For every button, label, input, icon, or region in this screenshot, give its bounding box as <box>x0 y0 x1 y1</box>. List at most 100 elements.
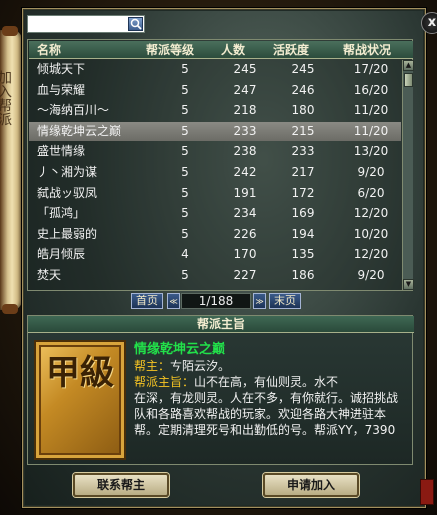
side-scroll-decoration: 加入帮派 <box>0 26 22 314</box>
table-row[interactable]: 丿丶湘为谋 5 242 217 9/20 <box>29 163 401 182</box>
header-level[interactable]: 帮派等级 <box>127 41 213 59</box>
guild-level-cell: 5 <box>181 82 189 97</box>
first-page-button[interactable]: 首页 <box>131 293 163 309</box>
member-count-cell: 247 <box>233 82 257 97</box>
page-indicator: 1/188 <box>181 293 251 309</box>
war-status-cell: 6/20 <box>357 185 385 200</box>
guild-name-cell: 焚天 <box>37 268 62 282</box>
war-status-cell: 9/20 <box>357 165 385 179</box>
guild-level-cell: 5 <box>181 123 189 138</box>
contact-leader-button[interactable]: 联系帮主 <box>73 473 169 497</box>
war-status-cell: 9/20 <box>357 268 385 282</box>
scroll-knob-top <box>2 26 18 36</box>
motto-first-line: 山不在高，有仙则灵。水不 <box>194 375 339 389</box>
table-scrollbar[interactable]: ▲ ▼ <box>402 60 414 290</box>
war-status-cell: 13/20 <box>353 144 389 159</box>
guild-name-cell: 史上最弱的 <box>37 226 98 241</box>
scroll-thumb[interactable] <box>404 73 413 87</box>
selected-guild-name: 情缘乾坤云之巅 <box>134 342 226 357</box>
table-row[interactable]: 史上最弱的 5 226 194 10/20 <box>29 225 401 244</box>
guild-name-cell: 血与荣耀 <box>37 82 86 97</box>
guild-level-cell: 5 <box>181 185 189 200</box>
guild-motto-text: 在深，有龙则灵。人在不多，有你就行。诚招挑战队和各路喜欢帮战的玩家。欢迎各路大神… <box>134 391 399 437</box>
war-status-cell: 12/20 <box>353 206 389 221</box>
table-row[interactable]: 盛世情缘 5 238 233 13/20 <box>29 142 401 161</box>
guild-level-cell: 5 <box>181 62 189 76</box>
scroll-up-button[interactable]: ▲ <box>403 60 414 71</box>
leader-label: 帮主： <box>134 359 171 373</box>
guild-level-cell: 5 <box>181 226 189 241</box>
table-row[interactable]: 血与荣耀 5 247 246 16/20 <box>29 81 401 100</box>
search-input[interactable] <box>28 20 128 36</box>
double-left-arrow-icon: ≪ <box>169 297 178 306</box>
guild-name-cell: ～海纳百川～ <box>37 103 110 118</box>
activity-cell: 194 <box>291 226 315 241</box>
seal-decoration <box>420 479 434 505</box>
guild-level-cell: 5 <box>181 165 189 179</box>
table-row[interactable]: 情缘乾坤云之巅 5 233 215 11/20 <box>29 121 401 141</box>
table-row[interactable]: 弑战ッ驭凤 5 191 172 6/20 <box>29 184 401 203</box>
guild-level-cell: 4 <box>181 247 189 262</box>
activity-cell: 169 <box>291 206 315 221</box>
search-box <box>27 15 145 36</box>
header-name[interactable]: 名称 <box>37 41 61 59</box>
table-header: 名称 帮派等级 人数 活跃度 帮战状况 <box>29 41 413 59</box>
apply-join-button[interactable]: 申请加入 <box>263 473 359 497</box>
close-button[interactable]: x <box>421 12 437 34</box>
search-icon <box>130 18 142 30</box>
activity-cell: 233 <box>291 144 315 159</box>
guild-name-cell: 皓月倾辰 <box>37 247 86 262</box>
guild-rank-badge: 甲級 <box>34 340 126 460</box>
search-button[interactable] <box>128 17 143 31</box>
guild-motto-line: 帮派主旨：山不在高，有仙则灵。水不 <box>134 374 338 390</box>
next-page-button[interactable]: ≫ <box>253 293 266 309</box>
badge-label: 甲級 <box>46 353 114 393</box>
last-page-button[interactable]: 末页 <box>269 293 301 309</box>
header-war-status[interactable]: 帮战状况 <box>325 41 409 59</box>
activity-cell: 172 <box>291 185 315 200</box>
activity-cell: 215 <box>291 123 315 138</box>
guild-name-cell: 情缘乾坤云之巅 <box>37 123 122 138</box>
guild-list-panel: x 名称 帮派等级 人数 活跃度 帮战状况 倾城天下 5 245 245 17/20 血与… <box>22 8 437 508</box>
activity-cell: 245 <box>291 62 315 76</box>
table-row[interactable]: 皓月倾辰 4 170 135 12/20 <box>29 245 401 264</box>
activity-cell: 217 <box>291 165 315 179</box>
arrow-up-icon: ▲ <box>405 61 412 69</box>
activity-cell: 246 <box>291 82 315 97</box>
war-status-cell: 12/20 <box>353 247 389 262</box>
activity-cell: 186 <box>291 268 315 282</box>
table-row[interactable]: ～海纳百川～ 5 218 180 11/20 <box>29 101 401 120</box>
header-activity[interactable]: 活跃度 <box>255 41 327 59</box>
close-icon: x <box>427 15 437 30</box>
guild-name-cell: 倾城天下 <box>37 62 86 76</box>
side-scroll-text: 加入帮派 <box>0 70 12 126</box>
war-status-cell: 11/20 <box>353 123 389 138</box>
table-row[interactable]: 焚天 5 227 186 9/20 <box>29 266 401 285</box>
header-count[interactable]: 人数 <box>209 41 257 59</box>
guild-name-cell: 「孤鸿」 <box>37 206 86 221</box>
double-right-arrow-icon: ≫ <box>255 297 264 306</box>
scroll-down-button[interactable]: ▼ <box>403 279 414 290</box>
guild-level-cell: 5 <box>181 103 189 118</box>
scroll-knob-bottom <box>2 304 18 314</box>
activity-cell: 135 <box>291 247 315 262</box>
guild-name-cell: 盛世情缘 <box>37 144 86 159</box>
member-count-cell: 227 <box>233 268 257 282</box>
guild-tenet-section: 帮派主旨 甲級 情缘乾坤云之巅 帮主：ㄘ陌云汐。 帮派主旨：山不在高，有仙则灵。… <box>27 315 414 465</box>
table-row[interactable]: 倾城天下 5 245 245 17/20 <box>29 60 401 79</box>
guild-name-cell: 弑战ッ驭凤 <box>37 185 98 200</box>
guild-level-cell: 5 <box>181 206 189 221</box>
guild-table: 名称 帮派等级 人数 活跃度 帮战状况 倾城天下 5 245 245 17/20 血与荣耀… <box>27 39 414 291</box>
motto-label: 帮派主旨： <box>134 375 195 389</box>
member-count-cell: 245 <box>233 62 257 76</box>
member-count-cell: 234 <box>233 206 257 221</box>
table-row[interactable]: 「孤鸿」 5 234 169 12/20 <box>29 204 401 223</box>
prev-page-button[interactable]: ≪ <box>167 293 180 309</box>
member-count-cell: 233 <box>233 123 257 138</box>
activity-cell: 180 <box>291 103 315 118</box>
war-status-cell: 11/20 <box>353 103 389 118</box>
member-count-cell: 191 <box>233 185 257 200</box>
tenet-title: 帮派主旨 <box>28 316 414 333</box>
leader-value: ㄘ陌云汐。 <box>170 359 231 373</box>
member-count-cell: 170 <box>233 247 257 262</box>
